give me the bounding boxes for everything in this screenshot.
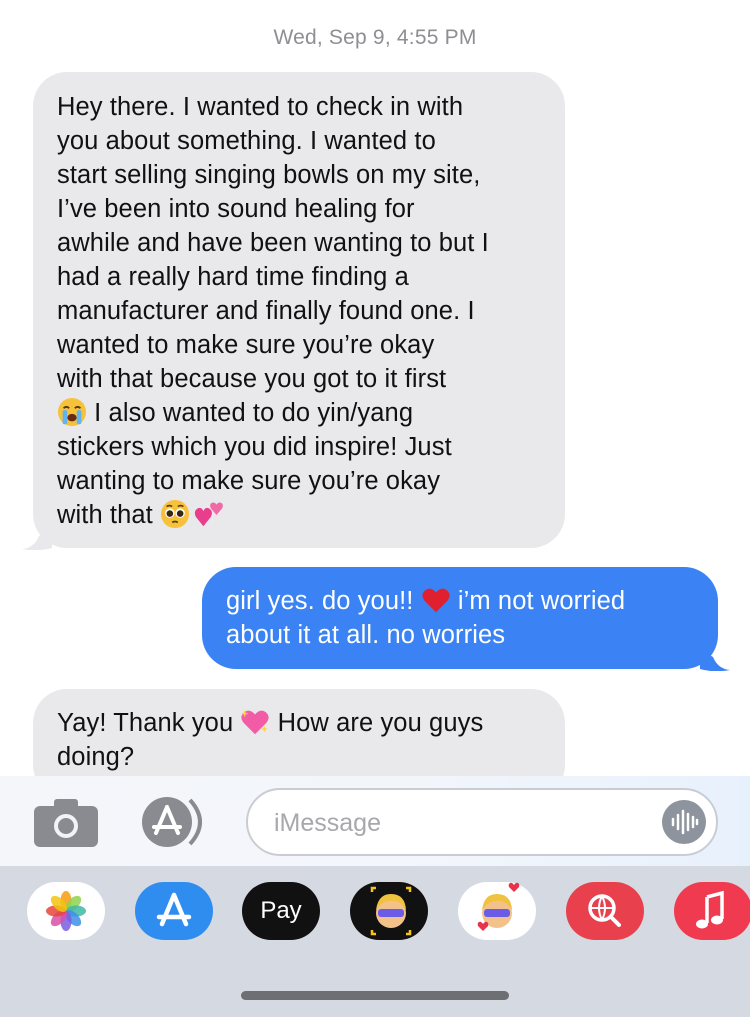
message-line-text: i’m not worried: [450, 587, 626, 615]
message-line: stickers which you did inspire! Just: [57, 433, 452, 461]
bubble-tail-incoming: [22, 528, 52, 550]
message-line: wanting to make sure you’re okay: [57, 467, 441, 495]
app-store-app-button[interactable]: [135, 882, 213, 940]
app-store-icon: [156, 892, 192, 927]
photos-app-button[interactable]: [27, 882, 105, 940]
apple-pay-app-button[interactable]: Pay: [242, 882, 320, 940]
app-store-icon[interactable]: [140, 795, 212, 849]
memoji-icon: [370, 886, 412, 936]
timestamp-time: 4:55 PM: [396, 26, 477, 49]
message-line-text: with that: [57, 501, 161, 529]
message-line-text: girl yes. do you!!: [226, 587, 421, 615]
message-line: doing?: [57, 743, 135, 771]
message-line-text: Yay! Thank you: [57, 709, 241, 737]
home-indicator[interactable]: [241, 991, 509, 1000]
image-search-app-button[interactable]: [566, 882, 644, 940]
message-line: wanted to make sure you’re okay: [57, 331, 435, 359]
message-line: about it at all. no worries: [226, 621, 506, 649]
message-line: had a really hard time finding a: [57, 263, 409, 291]
globe-search-icon: [588, 894, 621, 927]
message-line: I’ve been into sound healing for: [57, 195, 415, 223]
message-line-with-emoji: Yay! Thank you How are you guys: [57, 706, 545, 740]
message-line: you about something. I wanted to: [57, 127, 436, 155]
red-heart-icon: [422, 588, 450, 613]
message-line: awhile and have been wanting to but I: [57, 229, 489, 257]
voice-waveform-icon[interactable]: [662, 800, 706, 844]
loudly-crying-face-icon: [57, 397, 87, 427]
message-line-text: I also wanted to do yin/yang: [87, 399, 414, 427]
sparkling-heart-icon: [241, 709, 270, 735]
message-bubble-outgoing[interactable]: girl yes. do you!! i’m not worried about…: [202, 567, 718, 669]
memoji-stickers-app-button[interactable]: [458, 882, 536, 940]
memoji-stickers-icon: [477, 882, 520, 931]
message-line: with that because you got to it first: [57, 365, 447, 393]
message-line-with-emoji: I also wanted to do yin/yang: [57, 396, 545, 430]
memoji-app-button[interactable]: [350, 882, 428, 940]
conversation-timestamp: Wed, Sep 9, 4:55 PM: [0, 26, 750, 50]
camera-icon[interactable]: [34, 797, 98, 847]
message-line: start selling singing bowls on my site,: [57, 161, 481, 189]
bubble-tail-outgoing: [700, 649, 730, 671]
music-note-icon: [696, 890, 724, 929]
message-input[interactable]: [272, 802, 636, 844]
pleading-face-icon: [161, 499, 190, 529]
message-line-text: How are you guys: [270, 709, 484, 737]
apple-pay-label: Pay: [260, 897, 302, 924]
photos-pinwheel-icon: [46, 891, 86, 931]
music-app-button[interactable]: [674, 882, 750, 940]
two-hearts-icon: [194, 502, 223, 527]
message-line-with-emoji: girl yes. do you!! i’m not worried: [226, 584, 698, 618]
message-line: Hey there. I wanted to check in with: [57, 93, 464, 121]
message-line-with-emoji: with that: [57, 498, 545, 532]
message-input-container[interactable]: [246, 788, 718, 856]
timestamp-date: Wed, Sep 9,: [273, 26, 391, 49]
message-line: manufacturer and finally found one. I: [57, 297, 475, 325]
message-bubble-incoming[interactable]: Hey there. I wanted to check in with you…: [33, 72, 565, 548]
